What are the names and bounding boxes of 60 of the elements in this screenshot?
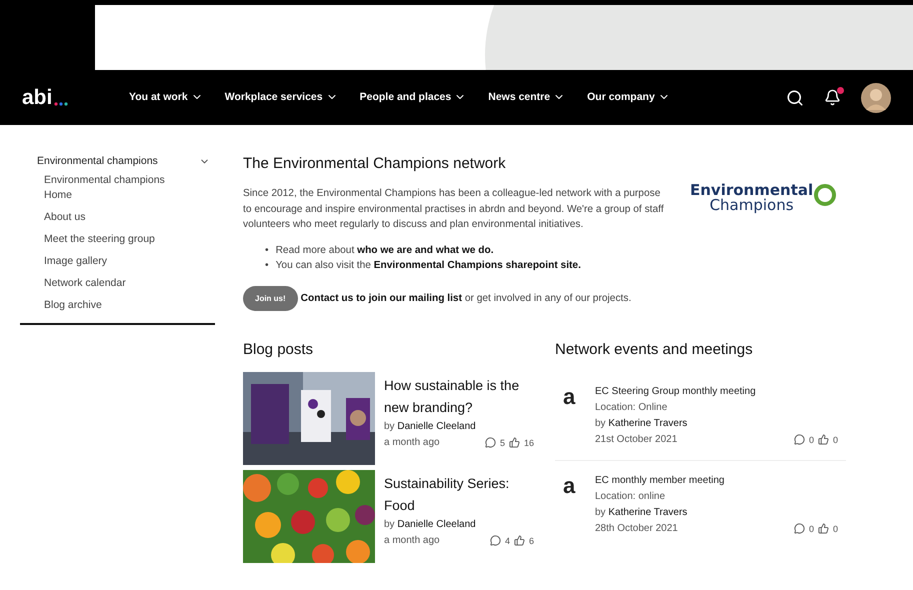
event-logo: a (563, 472, 576, 500)
abi-logo[interactable]: abi (22, 86, 107, 110)
event-author: by Katherine Travers (595, 416, 688, 430)
post-title[interactable]: How sustainable is the new branding? (384, 374, 534, 418)
section-title: Network events and meetings (555, 340, 754, 358)
sidebar-link[interactable]: Network calendar (44, 276, 194, 291)
bullet-text: Read more about who we are and what we do. (276, 244, 494, 258)
comment-count: 0 (808, 524, 814, 534)
comment-icon (490, 535, 501, 546)
post-author: by Danielle Cleeland (384, 420, 477, 434)
comment-icon (794, 434, 805, 445)
comment-count: 5 (500, 438, 505, 448)
like-count: 0 (832, 434, 838, 444)
event-date: 28th October 2021 (595, 522, 678, 536)
like-icon (514, 535, 525, 546)
event-location: Location: online (595, 490, 666, 504)
join-button[interactable]: Join us! (243, 286, 298, 310)
nav-menu-item[interactable]: News centre (488, 86, 566, 108)
sidebar-link[interactable]: Blog archive (44, 298, 194, 313)
post-time: a month ago (384, 436, 440, 450)
event-logo: a (563, 384, 576, 410)
join-text: Contact us to join our mailing list or get involved in any of our projects. (300, 292, 632, 304)
nav-menu-item[interactable]: Workplace services (224, 86, 338, 108)
intro-paragraph: Since 2012, the Environmental Champions has been a colleague-led network with a purpose to encourage and inspire environmental practises in abrdn and beyond. We're a group of staff volunteers who meet regularly to discuss and plan environmental initiatives. (243, 187, 665, 232)
post-time: a month ago (384, 534, 440, 548)
event-title[interactable]: EC monthly member meeting (595, 472, 838, 488)
event-author: by Katherine Travers (595, 506, 688, 520)
event-date: 21st October 2021 (595, 432, 678, 446)
bullet-text: You can also visit the Environmental Champions sharepoint site. (276, 259, 581, 273)
like-count: 16 (524, 438, 534, 448)
nav-menu-item[interactable]: Our company (587, 86, 670, 108)
sidebar-link[interactable]: Image gallery (44, 254, 194, 269)
post-author: by Danielle Cleeland (384, 518, 477, 532)
like-icon (818, 434, 829, 445)
like-icon (818, 523, 829, 534)
like-count: 0 (832, 524, 838, 534)
sidebar-link[interactable]: Environmental champions Home (44, 173, 194, 203)
bullet-marker: • (265, 259, 269, 273)
comment-count: 0 (808, 434, 814, 444)
event-location: Location: Online (595, 400, 668, 414)
comment-icon (794, 523, 805, 534)
nav-menu-item[interactable]: People and places (360, 86, 466, 108)
search-icon[interactable] (786, 88, 804, 106)
nav-menu-item[interactable]: You at work (129, 86, 203, 108)
sidebar-link[interactable]: About us (44, 210, 194, 225)
avatar[interactable] (861, 82, 891, 112)
bullet-marker: • (265, 244, 269, 258)
environmental-champions-logo: Environmental Champions (690, 183, 838, 217)
comment-icon (484, 437, 496, 448)
event-title[interactable]: EC Steering Group monthly meeting (595, 384, 838, 400)
notification-bell[interactable] (824, 89, 841, 106)
sidebar-link[interactable]: Meet the steering group (44, 232, 194, 247)
section-title: The Environmental Champions network (243, 155, 507, 172)
post-title[interactable]: Sustainability Series: Food (384, 472, 534, 516)
bell-icon (824, 89, 841, 106)
sidebar-heading[interactable]: Environmental champions (37, 155, 158, 167)
like-count: 6 (528, 536, 534, 546)
comment-count: 4 (504, 536, 510, 546)
like-icon (508, 437, 520, 448)
section-title: Blog posts (243, 340, 314, 358)
